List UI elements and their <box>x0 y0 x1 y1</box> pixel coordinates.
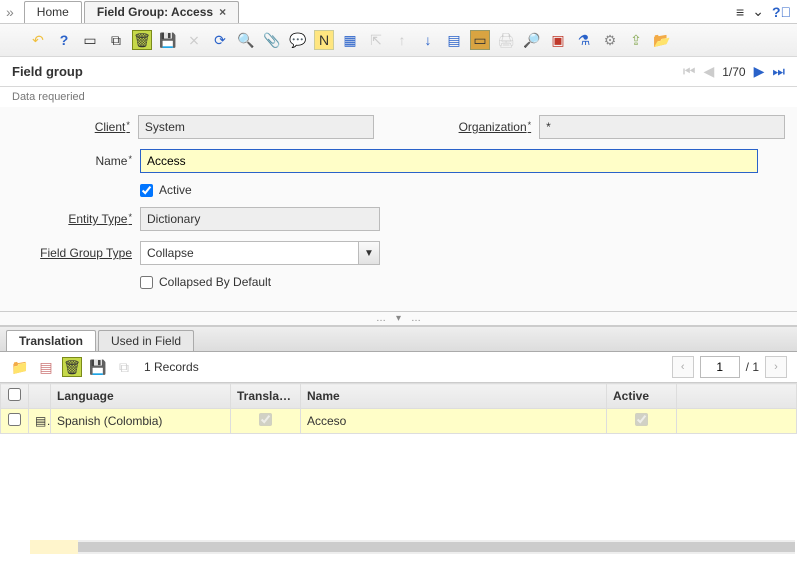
next-record-icon[interactable]: ▶ <box>754 63 765 80</box>
up-icon[interactable]: ↑ <box>392 30 412 50</box>
records-count: 1 Records <box>144 360 199 374</box>
col-active[interactable]: Active <box>607 384 677 409</box>
col-translated[interactable]: Translated <box>231 384 301 409</box>
parent-icon[interactable]: ⇱ <box>366 30 386 50</box>
collapsed-default-label: Collapsed By Default <box>159 275 271 289</box>
subtab-translation[interactable]: Translation <box>6 330 96 351</box>
report-sub-icon[interactable]: ▤ <box>36 357 56 377</box>
col-language[interactable]: Language <box>51 384 231 409</box>
copy-icon[interactable]: ⧉ <box>106 30 126 50</box>
cell-active-checkbox <box>635 413 648 426</box>
menu-icon[interactable]: ≡ <box>736 4 744 20</box>
print-icon[interactable]: 🖨 <box>496 30 516 50</box>
subtab-used-in-field[interactable]: Used in Field <box>98 330 194 351</box>
pager-text: 1/70 <box>722 65 745 79</box>
help-icon[interactable]: ?⃝ <box>772 4 791 20</box>
undo-icon[interactable]: ↶ <box>28 30 48 50</box>
status-text: Data requeried <box>0 87 797 107</box>
field-group-type-label: Field Group Type <box>12 246 132 260</box>
table-row[interactable]: ▤ Spanish (Colombia) Acceso <box>1 409 797 434</box>
entity-type-field[interactable]: Dictionary <box>140 207 380 231</box>
delete-icon[interactable]: 🗑 <box>132 30 152 50</box>
process-icon[interactable]: ▣ <box>548 30 568 50</box>
search-icon[interactable]: 🔍 <box>236 30 256 50</box>
close-tab-icon[interactable]: × <box>219 5 226 19</box>
translation-grid: Language Translated Name Active ▤ Spanis… <box>0 383 797 434</box>
tab-field-group-access[interactable]: Field Group: Access × <box>84 1 239 23</box>
gear-icon[interactable]: ⚙ <box>600 30 620 50</box>
section-pager: ⏮ ◀ 1/70 ▶ ⏭ <box>683 63 785 80</box>
grid-next-page[interactable]: › <box>765 356 787 378</box>
client-field[interactable]: System <box>138 115 374 139</box>
panel-divider[interactable]: …▾… <box>0 312 797 326</box>
cancel-icon[interactable]: ⨯ <box>184 30 204 50</box>
organization-label: Organization <box>374 120 531 134</box>
zoom-icon[interactable]: 🔎 <box>522 30 542 50</box>
last-record-icon[interactable]: ⏭ <box>772 63 785 80</box>
cell-language: Spanish (Colombia) <box>51 409 231 434</box>
name-input[interactable] <box>140 149 758 173</box>
select-all-checkbox[interactable] <box>8 388 21 401</box>
section-header: Field group ⏮ ◀ 1/70 ▶ ⏭ <box>0 57 797 87</box>
active-checkbox[interactable] <box>140 184 153 197</box>
down-icon[interactable]: ↓ <box>418 30 438 50</box>
grid-page-total: / 1 <box>746 360 759 374</box>
save-icon[interactable]: 💾 <box>158 30 178 50</box>
first-record-icon[interactable]: ⏮ <box>683 63 696 80</box>
archive-icon[interactable]: ▭ <box>470 30 490 50</box>
prev-record-icon[interactable]: ◀ <box>703 63 714 80</box>
delete-sub-icon[interactable]: 🗑 <box>62 357 82 377</box>
organization-field[interactable]: * <box>539 115 785 139</box>
main-toolbar: ↶ ? ▭ ⧉ 🗑 💾 ⨯ ⟳ 🔍 📎 💬 N ▦ ⇱ ↑ ↓ ▤ ▭ 🖨 🔎 … <box>0 24 797 57</box>
client-label: Client <box>12 120 130 134</box>
field-group-type-combo[interactable]: Collapse ▼ <box>140 241 380 265</box>
attach-icon[interactable]: 📎 <box>262 30 282 50</box>
active-label: Active <box>159 183 192 197</box>
import-icon[interactable]: 📂 <box>652 30 672 50</box>
folder-icon[interactable]: 📁 <box>10 357 30 377</box>
app-tabs-bar: » Home Field Group: Access × ≡ ⌄ ?⃝ <box>0 0 797 24</box>
chat-icon[interactable]: 💬 <box>288 30 308 50</box>
save-sub-icon[interactable]: 💾 <box>88 357 108 377</box>
grid-toolbar: 📁 ▤ 🗑 💾 ⧉ 1 Records ‹ / 1 › <box>0 352 797 383</box>
collapsed-default-checkbox[interactable] <box>140 276 153 289</box>
chevron-down-icon[interactable]: ⌄ <box>752 3 764 20</box>
cell-translated-checkbox <box>259 413 272 426</box>
new-icon[interactable]: ▭ <box>80 30 100 50</box>
chevron-down-icon[interactable]: ▼ <box>358 241 380 265</box>
expand-panel-icon[interactable]: » <box>6 4 14 20</box>
col-name[interactable]: Name <box>301 384 607 409</box>
name-label: Name <box>12 154 132 168</box>
workflow-icon[interactable]: ⚗ <box>574 30 594 50</box>
help-toolbar-icon[interactable]: ? <box>54 30 74 50</box>
grid-icon[interactable]: ▦ <box>340 30 360 50</box>
note-icon[interactable]: N <box>314 30 334 50</box>
horizontal-scrollbar[interactable] <box>30 540 795 554</box>
export-icon[interactable]: ⇪ <box>626 30 646 50</box>
grid-page-input[interactable] <box>700 356 740 378</box>
entity-type-label: Entity Type <box>12 212 132 226</box>
tab-home[interactable]: Home <box>24 1 82 23</box>
form-area: Client System Organization * Name Active… <box>0 107 797 312</box>
report-icon[interactable]: ▤ <box>444 30 464 50</box>
row-select-checkbox[interactable] <box>8 413 21 426</box>
cell-name: Acceso <box>301 409 607 434</box>
refresh-icon[interactable]: ⟳ <box>210 30 230 50</box>
section-title: Field group <box>12 64 683 79</box>
row-edit-icon[interactable]: ▤ <box>29 409 51 434</box>
cancel-sub-icon[interactable]: ⧉ <box>114 357 134 377</box>
grid-prev-page[interactable]: ‹ <box>672 356 694 378</box>
sub-tabs-bar: Translation Used in Field <box>0 326 797 352</box>
